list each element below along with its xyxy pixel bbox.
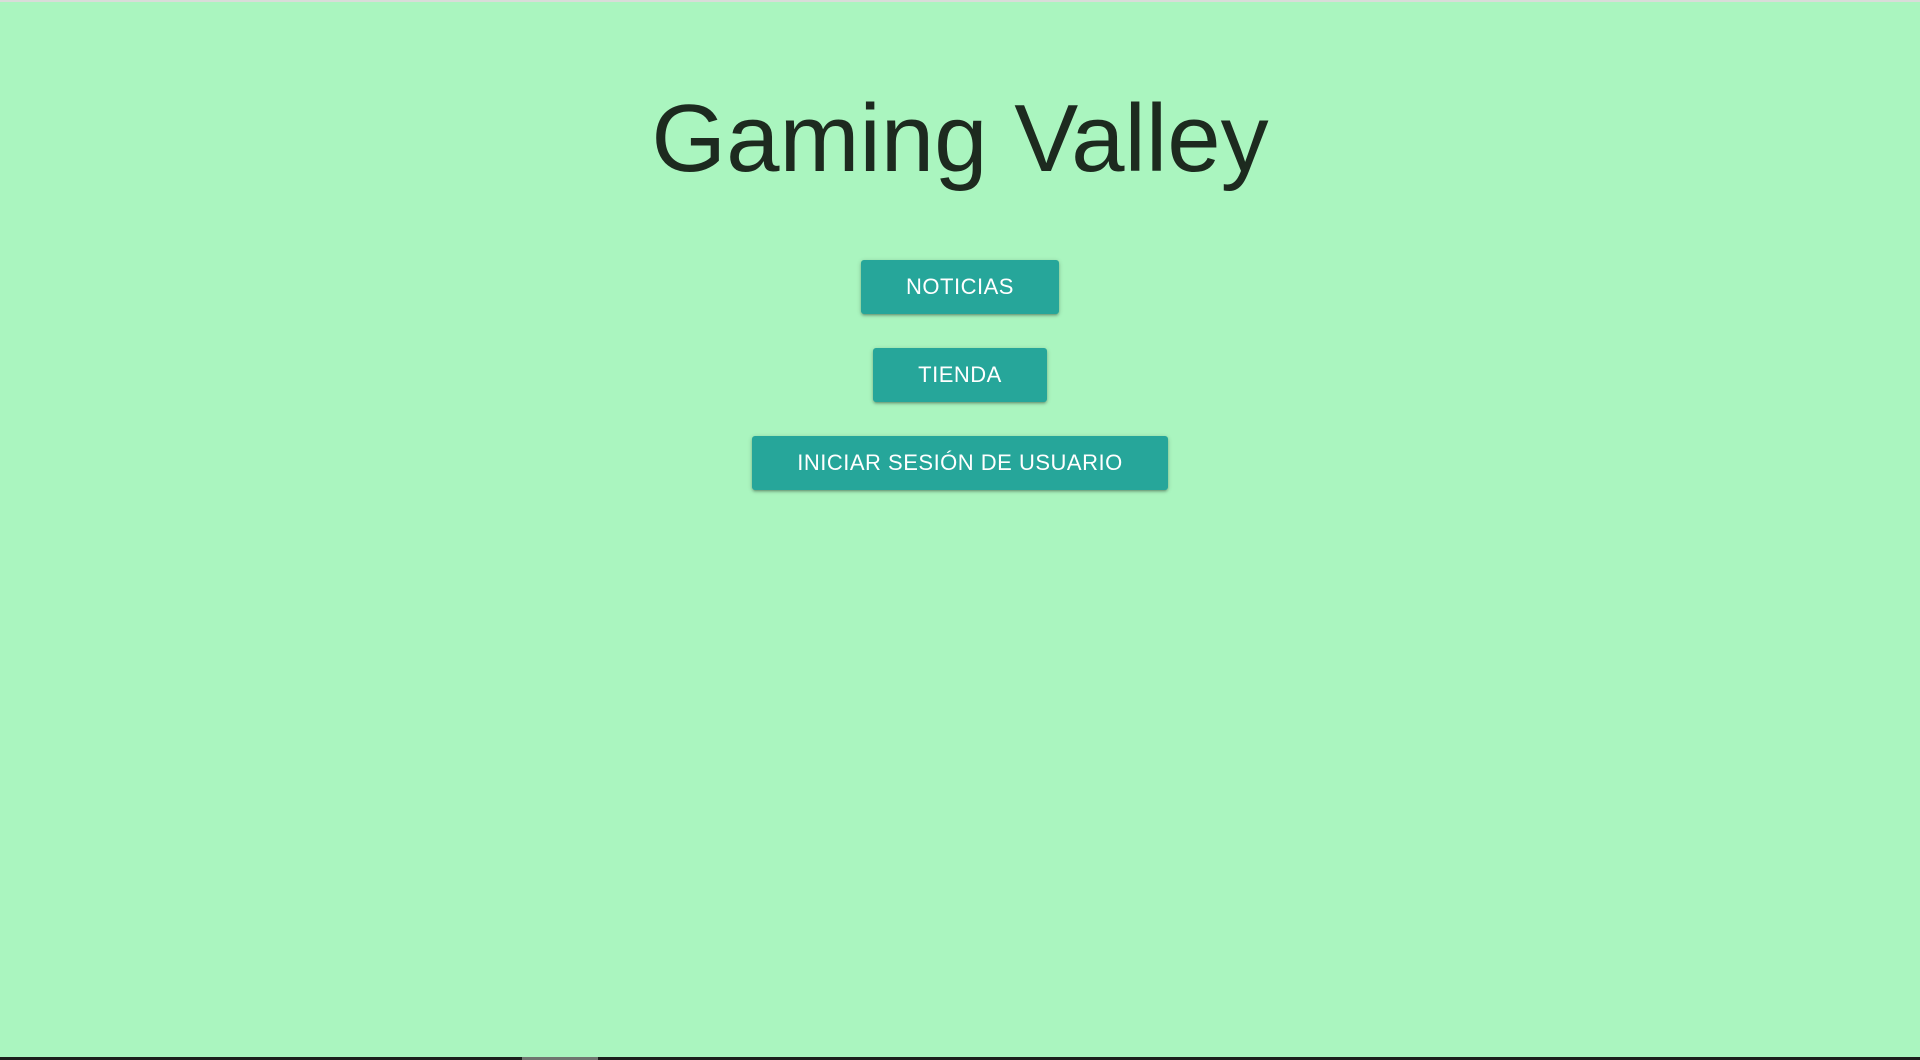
page-container: Gaming Valley NOTICIAS TIENDA INICIAR SE… — [0, 0, 1920, 1060]
login-button[interactable]: INICIAR SESIÓN DE USUARIO — [752, 436, 1168, 490]
main-menu: NOTICIAS TIENDA INICIAR SESIÓN DE USUARI… — [0, 260, 1920, 490]
news-button[interactable]: NOTICIAS — [861, 260, 1059, 314]
page-title: Gaming Valley — [651, 85, 1269, 192]
store-button[interactable]: TIENDA — [873, 348, 1047, 402]
